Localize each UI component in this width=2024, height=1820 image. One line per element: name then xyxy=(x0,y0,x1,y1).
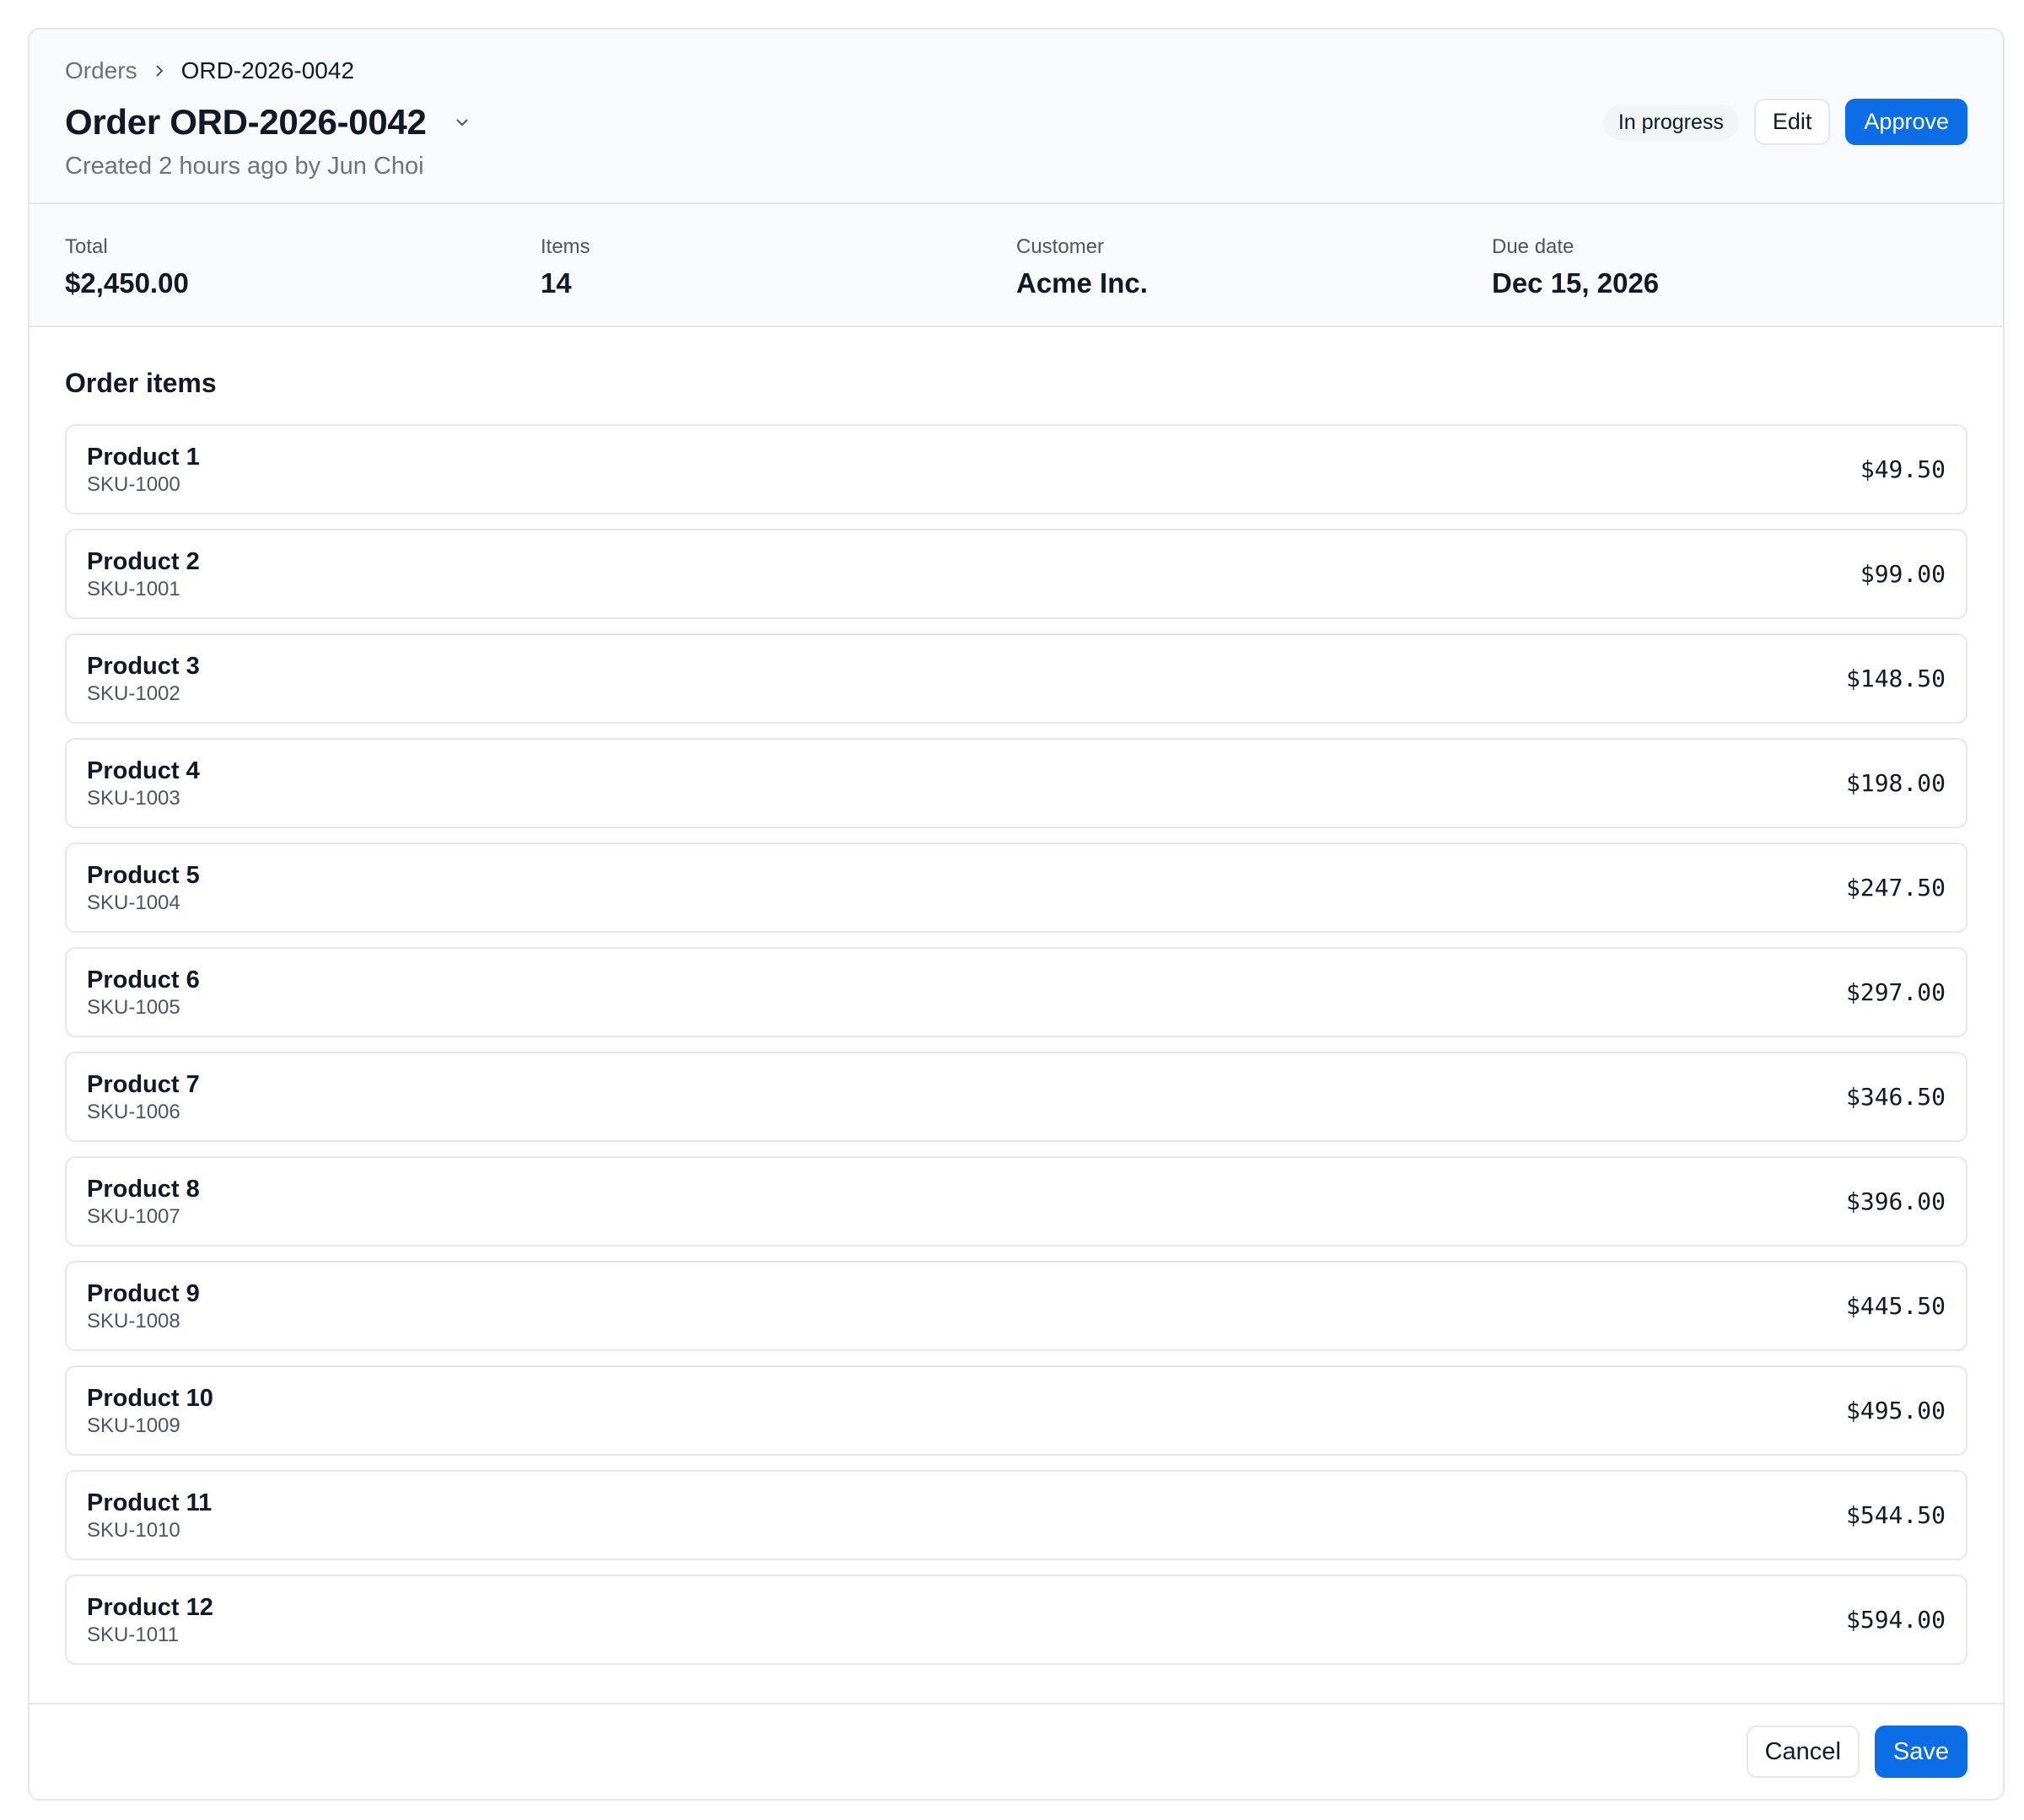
item-sku: SKU-1001 xyxy=(87,577,180,600)
list-item[interactable]: Product 11 SKU-1010 $544.50 xyxy=(65,1470,1967,1560)
item-info: Product 4 SKU-1003 xyxy=(87,756,200,811)
stat-label: Items xyxy=(541,235,590,258)
item-name: Product 2 xyxy=(87,547,200,575)
item-sku: SKU-1005 xyxy=(87,995,180,1019)
section-title: Order items xyxy=(65,368,217,398)
order-detail-card: Orders ORD-2026-0042 Order ORD-2026-0042… xyxy=(28,28,2005,1801)
header-actions: In progress Edit Approve xyxy=(1602,99,1967,145)
list-item[interactable]: Product 10 SKU-1009 $495.00 xyxy=(65,1365,1967,1456)
save-button[interactable]: Save xyxy=(1874,1726,1967,1778)
item-name: Product 3 xyxy=(87,652,200,680)
stat-value: $2,450.00 xyxy=(65,267,189,299)
item-info: Product 8 SKU-1007 xyxy=(87,1174,200,1230)
stat-total: Total $2,450.00 xyxy=(65,204,541,326)
item-sku: SKU-1011 xyxy=(87,1623,179,1646)
chevron-right-icon xyxy=(137,63,181,78)
item-name: Product 7 xyxy=(87,1070,200,1098)
item-sku: SKU-1003 xyxy=(87,786,180,810)
item-info: Product 5 SKU-1004 xyxy=(87,860,200,916)
item-info: Product 2 SKU-1001 xyxy=(87,547,200,602)
order-items-section: Order items Product 1 SKU-1000 $49.50 Pr… xyxy=(30,366,2003,1665)
item-price: $148.50 xyxy=(1845,665,1946,692)
item-name: Product 1 xyxy=(87,443,200,471)
item-info: Product 6 SKU-1005 xyxy=(87,965,200,1020)
list-item[interactable]: Product 3 SKU-1002 $148.50 xyxy=(65,633,1967,724)
list-item[interactable]: Product 9 SKU-1008 $445.50 xyxy=(65,1261,1967,1351)
item-price: $99.00 xyxy=(1860,560,1946,588)
stat-label: Customer xyxy=(1016,235,1105,258)
list-item[interactable]: Product 7 SKU-1006 $346.50 xyxy=(65,1052,1967,1142)
item-price: $495.00 xyxy=(1845,1397,1946,1424)
list-item[interactable]: Product 8 SKU-1007 $396.00 xyxy=(65,1156,1967,1247)
item-name: Product 10 xyxy=(87,1384,213,1412)
list-item[interactable]: Product 2 SKU-1001 $99.00 xyxy=(65,529,1967,619)
item-info: Product 3 SKU-1002 xyxy=(87,651,200,707)
item-price: $198.00 xyxy=(1845,769,1946,797)
item-name: Product 11 xyxy=(87,1489,213,1516)
stat-label: Due date xyxy=(1492,235,1575,258)
breadcrumb-orders-link[interactable]: Orders xyxy=(65,57,137,84)
item-name: Product 9 xyxy=(87,1279,200,1307)
item-name: Product 12 xyxy=(87,1593,213,1621)
order-header: Orders ORD-2026-0042 Order ORD-2026-0042… xyxy=(30,30,2003,204)
item-sku: SKU-1007 xyxy=(87,1204,180,1228)
created-info: Created 2 hours ago by Jun Choi xyxy=(65,153,424,180)
order-items-list: Product 1 SKU-1000 $49.50 Product 2 SKU-… xyxy=(65,424,1967,1665)
item-sku: SKU-1009 xyxy=(87,1413,180,1437)
stat-items: Items 14 xyxy=(541,204,1016,326)
item-price: $445.50 xyxy=(1845,1292,1946,1320)
cancel-button[interactable]: Cancel xyxy=(1746,1726,1860,1778)
page-title: Order ORD-2026-0042 xyxy=(65,102,427,142)
item-sku: SKU-1004 xyxy=(87,891,180,914)
item-sku: SKU-1010 xyxy=(87,1518,180,1542)
item-sku: SKU-1000 xyxy=(87,472,180,496)
approve-button[interactable]: Approve xyxy=(1845,99,1967,145)
stat-customer: Customer Acme Inc. xyxy=(1016,204,1492,326)
chevron-down-icon[interactable] xyxy=(447,107,477,137)
item-name: Product 4 xyxy=(87,757,200,784)
breadcrumb-current: ORD-2026-0042 xyxy=(180,57,355,83)
item-name: Product 6 xyxy=(87,966,200,993)
item-price: $297.00 xyxy=(1845,978,1946,1006)
item-sku: SKU-1006 xyxy=(87,1100,180,1123)
list-item[interactable]: Product 4 SKU-1003 $198.00 xyxy=(65,738,1967,828)
item-price: $544.50 xyxy=(1845,1501,1946,1529)
item-sku: SKU-1002 xyxy=(87,681,180,705)
stat-label: Total xyxy=(65,235,108,258)
list-item[interactable]: Product 12 SKU-1011 $594.00 xyxy=(65,1575,1967,1665)
item-info: Product 7 SKU-1006 xyxy=(87,1069,200,1125)
stat-value: Dec 15, 2026 xyxy=(1492,267,1660,299)
edit-button[interactable]: Edit xyxy=(1753,99,1831,145)
item-sku: SKU-1008 xyxy=(87,1309,180,1333)
item-info: Product 9 SKU-1008 xyxy=(87,1279,200,1334)
stat-due-date: Due date Dec 15, 2026 xyxy=(1492,204,1967,326)
stat-value: 14 xyxy=(541,267,572,299)
item-info: Product 11 SKU-1010 xyxy=(87,1488,212,1543)
item-info: Product 12 SKU-1011 xyxy=(87,1592,213,1648)
list-item[interactable]: Product 1 SKU-1000 $49.50 xyxy=(65,424,1967,514)
item-name: Product 5 xyxy=(87,861,200,889)
item-name: Product 8 xyxy=(87,1175,200,1203)
form-footer: Cancel Save xyxy=(30,1703,2003,1799)
item-price: $247.50 xyxy=(1845,874,1946,902)
item-info: Product 10 SKU-1009 xyxy=(87,1383,213,1439)
list-item[interactable]: Product 6 SKU-1005 $297.00 xyxy=(65,947,1967,1037)
item-price: $346.50 xyxy=(1845,1083,1946,1111)
item-info: Product 1 SKU-1000 xyxy=(87,442,200,498)
item-price: $49.50 xyxy=(1860,455,1946,483)
order-stats: Total $2,450.00 Items 14 Customer Acme I… xyxy=(30,204,2003,327)
status-badge: In progress xyxy=(1602,104,1739,140)
stat-value: Acme Inc. xyxy=(1016,267,1148,299)
item-price: $594.00 xyxy=(1845,1606,1946,1634)
breadcrumb: Orders ORD-2026-0042 xyxy=(65,50,1967,92)
list-item[interactable]: Product 5 SKU-1004 $247.50 xyxy=(65,843,1967,933)
item-price: $396.00 xyxy=(1845,1187,1946,1215)
